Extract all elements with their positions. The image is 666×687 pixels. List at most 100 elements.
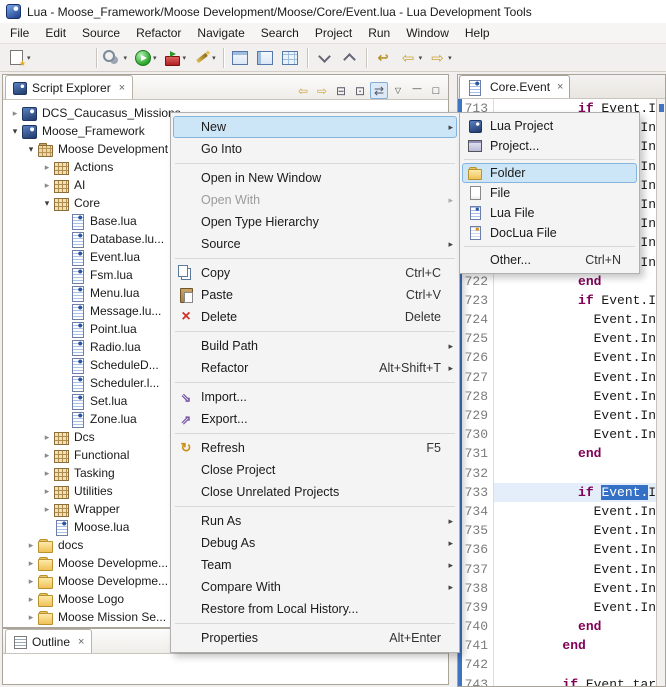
- toolbar-button-previous-annotation[interactable]: [337, 47, 362, 69]
- submenu-item-folder[interactable]: Folder: [462, 163, 637, 183]
- menu-item-label: Close Project: [201, 463, 429, 477]
- script-explorer-tab[interactable]: Script Explorer: [5, 75, 133, 99]
- toolbar-button-new-wizard[interactable]: ▾: [4, 47, 34, 69]
- expander-icon[interactable]: ▸: [25, 612, 37, 623]
- toolbar-button-next-annotation[interactable]: [312, 47, 337, 69]
- expander-icon[interactable]: ▸: [25, 558, 37, 569]
- toolbar-button-editor-area[interactable]: [253, 47, 278, 69]
- expander-icon[interactable]: ▸: [41, 432, 53, 443]
- view-menu-icon[interactable]: [389, 82, 407, 99]
- close-icon[interactable]: [119, 82, 125, 94]
- expander-icon[interactable]: ▸: [9, 108, 21, 119]
- expander-icon[interactable]: ▸: [25, 576, 37, 587]
- context-menu-item-open-type-hierarchy[interactable]: Open Type Hierarchy: [173, 211, 457, 233]
- context-menu-item-team[interactable]: Team: [173, 554, 457, 576]
- menubar-item-edit[interactable]: Edit: [37, 23, 74, 43]
- expander-icon[interactable]: ▸: [41, 504, 53, 515]
- context-menu-item-properties[interactable]: PropertiesAlt+Enter: [173, 627, 457, 649]
- context-menu-item-go-into[interactable]: Go Into: [173, 138, 457, 160]
- submenu-item-doclua-file[interactable]: DocLua File: [462, 223, 637, 243]
- submenu-item-lua-project[interactable]: Lua Project: [462, 116, 637, 136]
- context-menu-item-export[interactable]: Export...: [173, 408, 457, 430]
- editor-tab-core-event[interactable]: Core.Event: [459, 75, 570, 98]
- delete-icon: [177, 309, 195, 325]
- submenu-item-lua-file[interactable]: Lua File: [462, 203, 637, 223]
- overview-ruler[interactable]: [656, 99, 665, 686]
- toolbar-button-open-perspective[interactable]: [228, 47, 253, 69]
- toolbar-button-run[interactable]: ▾: [130, 47, 160, 69]
- back-icon[interactable]: [294, 82, 312, 99]
- toolbar-button-debug[interactable]: ▾: [101, 47, 131, 69]
- expander-icon[interactable]: ▸: [25, 540, 37, 551]
- dropdown-arrow-icon[interactable]: ▾: [124, 54, 128, 62]
- menubar-item-file[interactable]: File: [2, 23, 37, 43]
- submenu-item-project[interactable]: Project...: [462, 136, 637, 156]
- context-menu-item-open-in-new-window[interactable]: Open in New Window: [173, 167, 457, 189]
- code-text: Event.IniTypeName = Event.IniDCSUnit:get…: [494, 425, 665, 444]
- toolbar-button-back[interactable]: ▾: [396, 47, 426, 69]
- context-menu-item-refresh[interactable]: RefreshF5: [173, 437, 457, 459]
- context-menu-item-refactor[interactable]: RefactorAlt+Shift+T: [173, 357, 457, 379]
- menubar-item-project[interactable]: Project: [307, 23, 360, 43]
- link-with-editor-icon[interactable]: [370, 82, 388, 99]
- submenu-item-file[interactable]: File: [462, 183, 637, 203]
- expander-icon[interactable]: ▾: [25, 144, 37, 155]
- context-menu-item-import[interactable]: Import...: [173, 386, 457, 408]
- toolbar-button-forward[interactable]: ▾: [425, 47, 455, 69]
- toolbar-button-launch-shortcut[interactable]: ▾: [189, 47, 219, 69]
- context-menu-item-restore-from-local-history[interactable]: Restore from Local History...: [173, 598, 457, 620]
- forward-icon[interactable]: [313, 82, 331, 99]
- context-menu-item-build-path[interactable]: Build Path: [173, 335, 457, 357]
- expander-icon[interactable]: ▸: [41, 486, 53, 497]
- menubar-item-run[interactable]: Run: [360, 23, 398, 43]
- collapse-all-icon[interactable]: [332, 82, 350, 99]
- dropdown-arrow-icon[interactable]: ▾: [419, 54, 423, 62]
- import-icon: [177, 389, 195, 405]
- submenu-item-other[interactable]: Other...Ctrl+N: [462, 250, 637, 270]
- dropdown-arrow-icon[interactable]: ▾: [183, 54, 187, 62]
- close-icon[interactable]: [557, 81, 563, 93]
- context-menu-item-delete[interactable]: DeleteDelete: [173, 306, 457, 328]
- outline-tab[interactable]: Outline: [5, 629, 92, 653]
- menubar-item-search[interactable]: Search: [253, 23, 307, 43]
- overview-marker[interactable]: [659, 104, 664, 112]
- dropdown-arrow-icon[interactable]: ▾: [27, 54, 31, 62]
- minimize-icon[interactable]: [408, 82, 426, 99]
- expander-icon[interactable]: ▾: [9, 126, 21, 137]
- dropdown-arrow-icon[interactable]: ▾: [212, 54, 216, 62]
- menubar-item-refactor[interactable]: Refactor: [128, 23, 189, 43]
- toolbar-button-external-tools[interactable]: ▾: [160, 47, 190, 69]
- expander-icon[interactable]: ▸: [41, 468, 53, 479]
- context-menu-item-debug-as[interactable]: Debug As: [173, 532, 457, 554]
- menubar-item-window[interactable]: Window: [398, 23, 457, 43]
- expander-icon[interactable]: ▸: [41, 162, 53, 173]
- expander-icon[interactable]: ▸: [41, 180, 53, 191]
- expander-icon[interactable]: ▸: [41, 450, 53, 461]
- menubar-item-help[interactable]: Help: [457, 23, 498, 43]
- context-menu-item-run-as[interactable]: Run As: [173, 510, 457, 532]
- context-menu-item-new[interactable]: New: [173, 116, 457, 138]
- context-menu-item-copy[interactable]: CopyCtrl+C: [173, 262, 457, 284]
- expander-icon[interactable]: ▸: [25, 594, 37, 605]
- dropdown-arrow-icon[interactable]: ▾: [153, 54, 157, 62]
- close-icon[interactable]: [78, 636, 84, 648]
- menubar-item-source[interactable]: Source: [74, 23, 128, 43]
- focus-icon[interactable]: [351, 82, 369, 99]
- menubar-item-navigate[interactable]: Navigate: [189, 23, 252, 43]
- context-menu-item-close-unrelated-projects[interactable]: Close Unrelated Projects: [173, 481, 457, 503]
- menu-item-label: Import...: [201, 390, 429, 404]
- expander-icon[interactable]: ▾: [41, 198, 53, 209]
- code-line-727: 727 Event.IniUnit = STATIC:FindByName( E…: [458, 368, 665, 387]
- menu-item-label: Run As: [201, 514, 429, 528]
- toolbar-button-last-edit-location[interactable]: [371, 47, 396, 69]
- dropdown-arrow-icon[interactable]: ▾: [448, 54, 452, 62]
- context-menu-item-source[interactable]: Source: [173, 233, 457, 255]
- code-text: end: [494, 272, 665, 291]
- context-menu-item-compare-with[interactable]: Compare With: [173, 576, 457, 598]
- menu-item-label: New: [201, 120, 429, 134]
- toolbar-button-views[interactable]: [278, 47, 303, 69]
- maximize-icon[interactable]: [427, 82, 445, 99]
- context-menu-item-close-project[interactable]: Close Project: [173, 459, 457, 481]
- context-menu-item-paste[interactable]: PasteCtrl+V: [173, 284, 457, 306]
- luafile-icon: [69, 250, 85, 265]
